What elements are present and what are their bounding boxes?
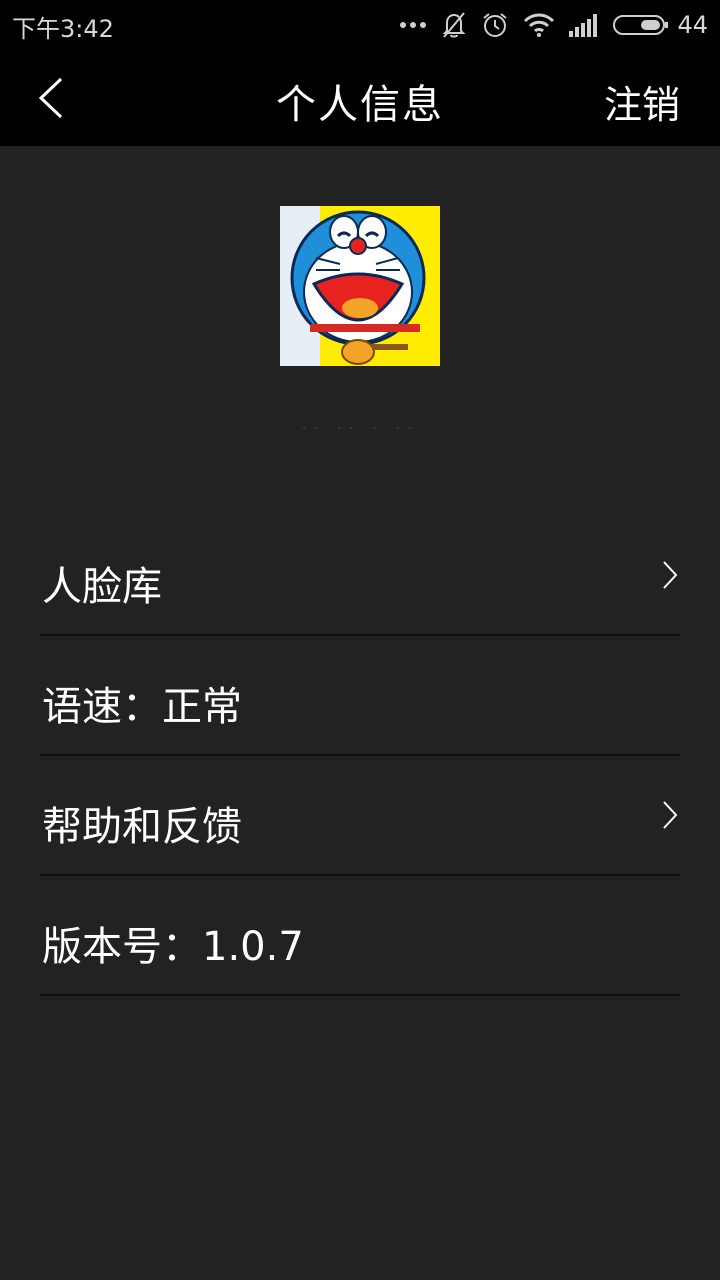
signal-icon: [569, 14, 598, 37]
bell-muted-icon: [443, 12, 466, 38]
chevron-right-icon: [663, 561, 678, 589]
status-time: 下午3:42: [12, 15, 114, 43]
alarm-icon: [483, 13, 508, 37]
menu-item-label: 帮助和反馈: [42, 804, 242, 850]
battery-level: 44: [677, 11, 708, 39]
menu-item-version: 版本号：1.0.7: [40, 876, 680, 996]
username: ·· ·· · ··: [301, 418, 419, 439]
chevron-right-icon: [663, 801, 678, 829]
avatar-image: [280, 206, 440, 366]
menu-item-speech-rate[interactable]: 语速：正常: [40, 636, 680, 756]
menu-item-help-feedback[interactable]: 帮助和反馈: [40, 756, 680, 876]
more-dots-icon: [400, 22, 427, 28]
settings-menu: 人脸库 语速：正常 帮助和反馈 版本号：1.0.7: [40, 516, 680, 996]
logout-button[interactable]: 注销: [604, 74, 680, 129]
header-bar: 个人信息 注销: [0, 50, 720, 146]
status-icons: 44: [399, 8, 708, 42]
menu-item-label: 语速：正常: [42, 684, 242, 730]
battery-icon: [613, 15, 669, 35]
avatar[interactable]: [280, 206, 440, 366]
status-bar: 下午3:42 44: [0, 0, 720, 50]
menu-item-face-library[interactable]: 人脸库: [40, 516, 680, 636]
menu-item-label: 版本号：1.0.7: [42, 924, 304, 970]
wifi-icon: [524, 13, 555, 37]
menu-item-label: 人脸库: [42, 564, 162, 610]
